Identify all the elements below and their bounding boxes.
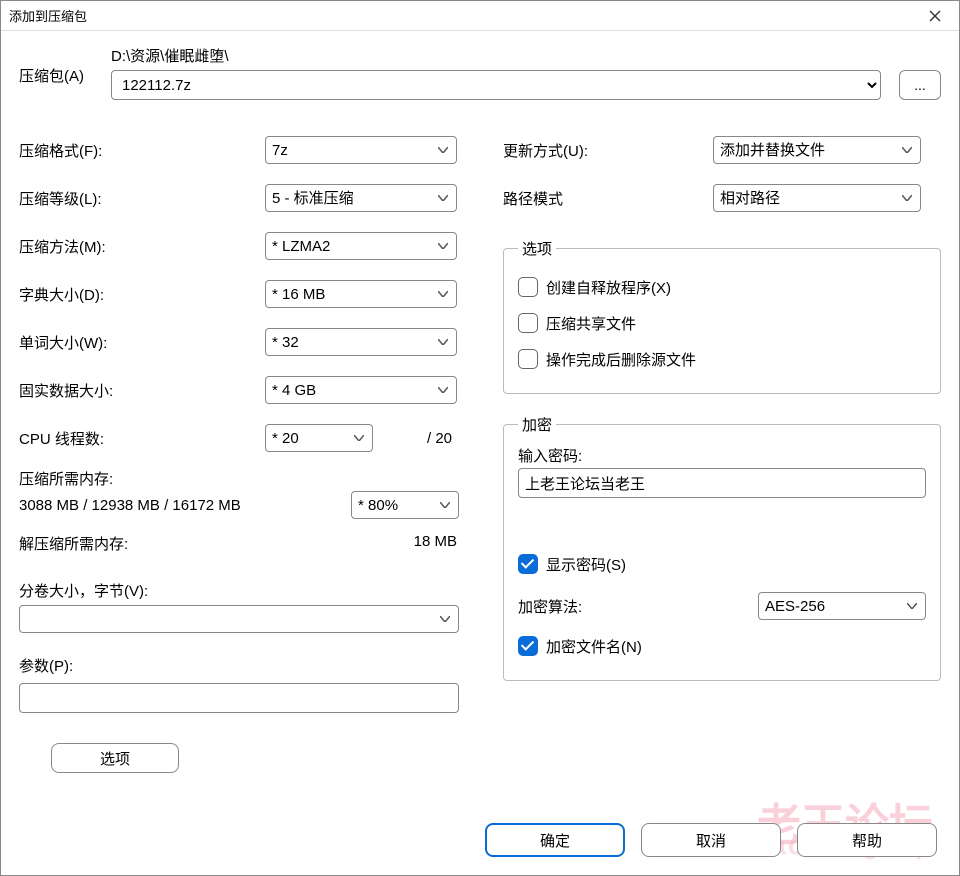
encrypt-fieldset: 加密 输入密码: 显示密码(S) 加密算法: AES-256 加密文件名(N): [503, 414, 941, 681]
split-select[interactable]: [19, 605, 459, 633]
word-label: 单词大小(W):: [19, 332, 265, 353]
encrypt-names-checkbox[interactable]: [518, 636, 538, 656]
sfx-label: 创建自释放程序(X): [546, 277, 671, 298]
update-select[interactable]: 添加并替换文件: [713, 136, 921, 164]
show-password-label: 显示密码(S): [546, 554, 626, 575]
params-label: 参数(P):: [19, 655, 459, 676]
delete-label: 操作完成后删除源文件: [546, 349, 696, 370]
format-select[interactable]: 7z: [265, 136, 457, 164]
cancel-button[interactable]: 取消: [641, 823, 781, 857]
method-label: 压缩方法(M):: [19, 236, 265, 257]
dict-select[interactable]: * 16 MB: [265, 280, 457, 308]
level-select[interactable]: 5 - 标准压缩: [265, 184, 457, 212]
sfx-checkbox[interactable]: [518, 277, 538, 297]
solid-label: 固实数据大小:: [19, 380, 265, 401]
level-label: 压缩等级(L):: [19, 188, 265, 209]
encrypt-legend: 加密: [518, 414, 556, 435]
dialog-window: 添加到压缩包 压缩包(A) D:\资源\催眠雌堕\ 122112.7z ...: [0, 0, 960, 876]
archive-label: 压缩包(A): [19, 45, 111, 86]
close-icon: [929, 10, 941, 22]
split-label: 分卷大小，字节(V):: [19, 580, 459, 601]
delete-checkbox[interactable]: [518, 349, 538, 369]
options-button[interactable]: 选项: [51, 743, 179, 773]
archive-filename-select[interactable]: 122112.7z: [111, 70, 881, 100]
browse-button[interactable]: ...: [899, 70, 941, 100]
ok-button[interactable]: 确定: [485, 823, 625, 857]
mem-pct-select[interactable]: * 80%: [351, 491, 459, 519]
params-input[interactable]: [19, 683, 459, 713]
word-select[interactable]: * 32: [265, 328, 457, 356]
mem-compress-label: 压缩所需内存:: [19, 468, 459, 489]
cpu-label: CPU 线程数:: [19, 428, 265, 449]
cpu-max: / 20: [427, 430, 452, 447]
mem-compress-text: 3088 MB / 12938 MB / 16172 MB: [19, 497, 351, 514]
window-title: 添加到压缩包: [9, 6, 919, 25]
mem-decompress-value: 18 MB: [414, 533, 457, 554]
options-fieldset: 选项 创建自释放程序(X) 压缩共享文件 操作完成后删除源文件: [503, 238, 941, 394]
shared-checkbox[interactable]: [518, 313, 538, 333]
password-input[interactable]: [518, 468, 926, 498]
update-label: 更新方式(U):: [503, 140, 713, 161]
enc-algo-select[interactable]: AES-256: [758, 592, 926, 620]
show-password-checkbox[interactable]: [518, 554, 538, 574]
archive-path: D:\资源\催眠雌堕\: [111, 45, 941, 66]
browse-icon: ...: [914, 77, 926, 93]
help-button[interactable]: 帮助: [797, 823, 937, 857]
dict-label: 字典大小(D):: [19, 284, 265, 305]
enc-algo-label: 加密算法:: [518, 596, 748, 617]
cpu-select[interactable]: * 20: [265, 424, 373, 452]
solid-select[interactable]: * 4 GB: [265, 376, 457, 404]
pathmode-select[interactable]: 相对路径: [713, 184, 921, 212]
titlebar: 添加到压缩包: [1, 1, 959, 31]
format-label: 压缩格式(F):: [19, 140, 265, 161]
encrypt-names-label: 加密文件名(N): [546, 636, 642, 657]
pathmode-label: 路径模式: [503, 188, 713, 209]
mem-decompress-label: 解压缩所需内存:: [19, 533, 414, 554]
method-select[interactable]: * LZMA2: [265, 232, 457, 260]
shared-label: 压缩共享文件: [546, 313, 636, 334]
close-button[interactable]: [919, 5, 951, 27]
password-label: 输入密码:: [518, 445, 926, 466]
options-legend: 选项: [518, 238, 556, 259]
